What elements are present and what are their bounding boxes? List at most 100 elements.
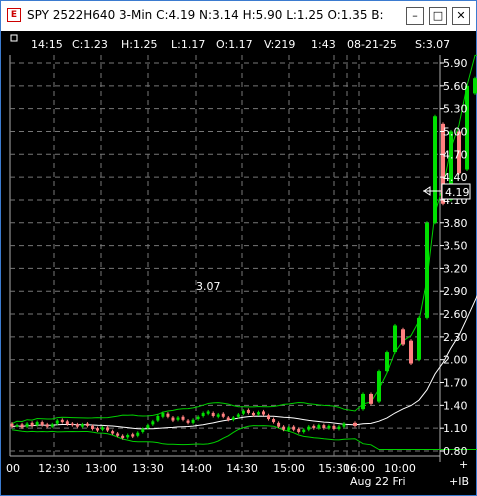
candle-body bbox=[35, 422, 39, 426]
candle-body bbox=[353, 422, 358, 426]
lower-band bbox=[11, 425, 477, 450]
candle-body bbox=[369, 393, 374, 404]
candle-body bbox=[317, 425, 321, 429]
minimize-icon[interactable]: – bbox=[406, 7, 424, 25]
candle-body bbox=[75, 424, 79, 427]
chart-window: E SPY 2522H640 3-Min C:4.19 N:3.14 H:5.9… bbox=[0, 0, 477, 496]
time-axis[interactable]: 00 12:30 13:00 13:30 14:00 14:30 15:00 15:3016:… bbox=[6, 462, 416, 475]
candle-body bbox=[156, 416, 160, 421]
candle-body bbox=[262, 411, 265, 415]
candle-body bbox=[65, 421, 69, 425]
info-close: C:1.23 bbox=[72, 38, 108, 51]
candle-body bbox=[272, 419, 276, 423]
candle-body bbox=[282, 426, 286, 430]
candle-body bbox=[25, 423, 29, 427]
close-icon[interactable]: ✕ bbox=[452, 7, 470, 25]
candle-body bbox=[216, 414, 220, 417]
candle-body bbox=[231, 417, 235, 420]
collapse-icon[interactable] bbox=[10, 34, 18, 42]
candle-body bbox=[307, 426, 311, 430]
x-tick-label: 00 bbox=[6, 462, 20, 475]
candle-body bbox=[106, 427, 110, 431]
candle-body bbox=[236, 414, 240, 417]
price-axis[interactable]: 5.905.605.305.004.704.404.103.803.503.20… bbox=[440, 57, 468, 458]
y-tick-label: 3.80 bbox=[443, 217, 468, 230]
plus-label[interactable]: + bbox=[459, 458, 468, 471]
price-chart[interactable]: 14:15 C:1.23 H:1.25 L:1.17 O:1.17 V:219 … bbox=[2, 31, 477, 495]
candle-body bbox=[196, 416, 200, 420]
x-tick-label: 10:00 bbox=[384, 462, 416, 475]
candle-body bbox=[166, 413, 170, 417]
x-tick-label: 14:00 bbox=[180, 462, 212, 475]
candle-body bbox=[70, 423, 74, 426]
info-s-value: S:3.07 bbox=[415, 38, 450, 51]
candle-body bbox=[322, 425, 326, 429]
y-tick-label: 5.60 bbox=[443, 80, 468, 93]
candle-body bbox=[246, 409, 250, 413]
candle-body bbox=[361, 393, 366, 410]
candle-body bbox=[401, 329, 406, 345]
candle-body bbox=[136, 432, 140, 436]
candle-body bbox=[151, 421, 155, 425]
info-low: L:1.17 bbox=[171, 38, 205, 51]
candle-body bbox=[146, 425, 150, 429]
candle-body bbox=[385, 352, 390, 372]
candle-body bbox=[226, 417, 230, 420]
maximize-icon[interactable]: □ bbox=[429, 7, 447, 25]
x-tick-label: 13:00 bbox=[85, 462, 117, 475]
info-time: 14:15 bbox=[31, 38, 63, 51]
app-icon: E bbox=[7, 8, 21, 22]
candle-body bbox=[251, 412, 255, 416]
candle-body bbox=[171, 417, 175, 421]
candle-body bbox=[186, 420, 190, 423]
candle-body bbox=[85, 423, 89, 426]
candle-body bbox=[206, 411, 210, 414]
candle-body bbox=[417, 317, 422, 360]
candle-body bbox=[211, 412, 215, 417]
info-bar: 14:15 C:1.23 H:1.25 L:1.17 O:1.17 V:219 … bbox=[10, 34, 450, 51]
y-tick-label: 2.60 bbox=[443, 308, 468, 321]
candle-body bbox=[409, 340, 414, 364]
candle-body bbox=[10, 423, 14, 427]
info-volume: V:219 bbox=[264, 38, 295, 51]
candle-body bbox=[121, 435, 125, 439]
candle-body bbox=[297, 428, 301, 432]
candle-body bbox=[80, 424, 84, 427]
x-tick-label: 16:00 bbox=[343, 462, 375, 475]
candle-body bbox=[337, 426, 341, 429]
y-tick-label: 1.10 bbox=[443, 422, 468, 435]
y-tick-label: 0.80 bbox=[443, 445, 468, 458]
candle-body bbox=[20, 424, 24, 428]
y-tick-label: 1.40 bbox=[443, 399, 468, 412]
last-price-label: 4.19 bbox=[445, 186, 470, 199]
info-date: 08-21-25 bbox=[347, 38, 397, 51]
candle-body bbox=[221, 413, 225, 417]
candle-body bbox=[277, 422, 281, 427]
y-tick-label: 3.20 bbox=[443, 262, 468, 275]
x-tick-label: 15:00 bbox=[273, 462, 305, 475]
date-label: Aug 22 Fri bbox=[350, 475, 406, 488]
candle-body bbox=[473, 78, 477, 94]
candle-body bbox=[90, 425, 94, 429]
y-tick-label: 5.90 bbox=[443, 57, 468, 70]
candle-body bbox=[50, 424, 54, 427]
title-bar[interactable]: E SPY 2522H640 3-Min C:4.19 N:3.14 H:5.9… bbox=[1, 1, 476, 31]
window-title: SPY 2522H640 3-Min C:4.19 N:3.14 H:5.90 … bbox=[27, 8, 383, 22]
candle-body bbox=[45, 424, 49, 427]
candle-body bbox=[201, 412, 205, 417]
y-tick-label: 5.00 bbox=[443, 125, 468, 138]
upper-band bbox=[11, 54, 477, 425]
candle-body bbox=[241, 410, 245, 414]
ib-label[interactable]: +IB bbox=[449, 475, 469, 488]
candle-body bbox=[181, 416, 185, 420]
candle-body bbox=[312, 425, 316, 429]
candle-body bbox=[292, 426, 296, 430]
y-tick-label: 2.30 bbox=[443, 331, 468, 344]
candle-body bbox=[267, 415, 271, 420]
candle-body bbox=[126, 435, 130, 438]
candle-body bbox=[377, 371, 382, 402]
last-price-marker: 4.19 bbox=[423, 183, 471, 200]
candle-body bbox=[332, 425, 336, 429]
candle-body bbox=[342, 423, 346, 427]
x-tick-label: 12:30 bbox=[38, 462, 70, 475]
